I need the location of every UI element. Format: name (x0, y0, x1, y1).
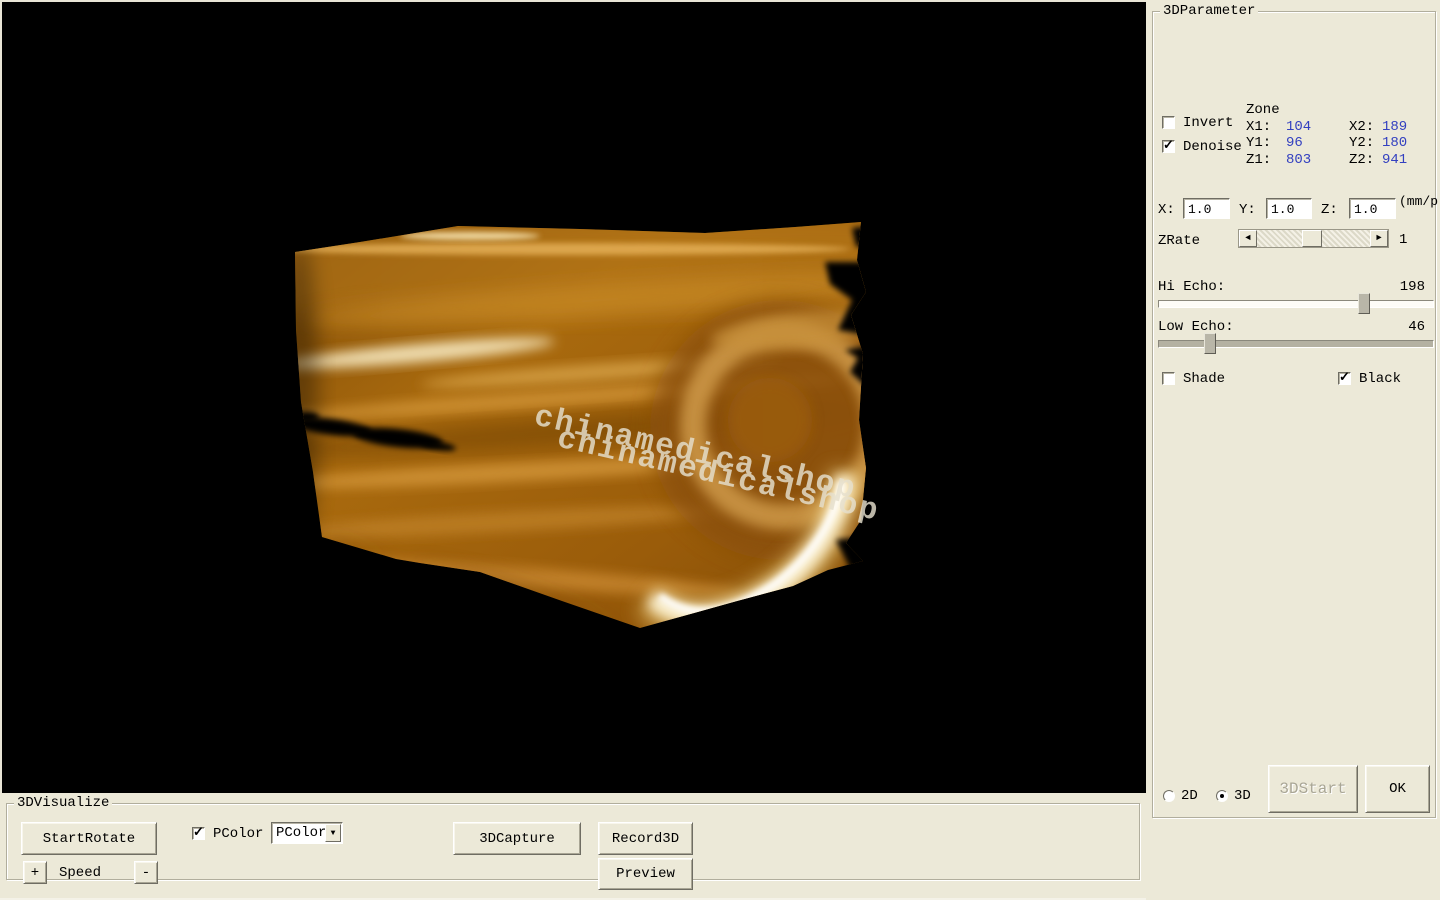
pcolor-dropdown-value: PColor (276, 825, 327, 841)
visualize-groupbox-title: 3DVisualize (14, 795, 113, 811)
zone-label: Zone (1246, 102, 1280, 118)
start-rotate-button[interactable]: StartRotate (21, 822, 157, 855)
low-echo-label: Low Echo: (1158, 319, 1234, 335)
visualize-groupbox: 3DVisualize StartRotate + Speed - ✓ PCol… (6, 795, 1140, 890)
pcolor-dropdown[interactable]: PColor ▼ (271, 822, 343, 844)
zrate-arrow-left-icon[interactable]: ◄ (1239, 230, 1257, 247)
zrate-label: ZRate (1158, 233, 1201, 249)
hi-echo-value: 198 (1399, 279, 1425, 295)
zone-y1-value: 96 (1286, 135, 1303, 151)
zrate-arrow-right-icon[interactable]: ► (1370, 230, 1388, 247)
low-echo-value: 46 (1408, 319, 1425, 335)
speed-plus-button[interactable]: + (23, 861, 47, 884)
start3d-button[interactable]: 3DStart (1268, 765, 1358, 813)
scale-y-input[interactable] (1266, 198, 1312, 219)
check-icon: ✓ (1163, 138, 1174, 153)
invert-label: Invert (1183, 115, 1234, 131)
zone-z1-label: Z1: (1246, 152, 1272, 168)
chevron-down-icon[interactable]: ▼ (325, 824, 341, 842)
parameter-groupbox-title: 3DParameter (1160, 3, 1259, 19)
zone-x1-value: 104 (1286, 119, 1312, 135)
shade-checkbox[interactable] (1162, 372, 1175, 385)
low-echo-thumb[interactable] (1204, 333, 1216, 354)
zrate-value: 1 (1399, 232, 1408, 248)
check-icon: ✓ (193, 825, 204, 840)
capture-button[interactable]: 3DCapture (453, 822, 581, 855)
mode-3d-radio[interactable] (1216, 790, 1228, 802)
scale-x-label: X: (1158, 202, 1175, 218)
zone-z1-value: 803 (1286, 152, 1312, 168)
preview-button[interactable]: Preview (598, 858, 693, 890)
invert-checkbox[interactable] (1162, 116, 1175, 129)
pcolor-checkbox[interactable]: ✓ (192, 825, 205, 840)
volume-render: chinamedicalshop chinamedicalshop (295, 222, 883, 628)
mode-2d-radio[interactable] (1163, 790, 1175, 802)
pcolor-checkbox-label: PColor (213, 826, 264, 842)
zone-x1-label: X1: (1246, 119, 1272, 135)
black-label: Black (1359, 371, 1402, 387)
denoise-label: Denoise (1183, 139, 1242, 155)
speed-label: Speed (59, 865, 102, 881)
mode-2d-label: 2D (1181, 788, 1198, 804)
black-checkbox[interactable]: ✓ (1338, 370, 1351, 385)
scale-x-input[interactable] (1183, 198, 1230, 219)
scale-unit-label: (mm/p) (1399, 194, 1440, 209)
visualize-panel: 3DVisualize StartRotate + Speed - ✓ PCol… (0, 793, 1146, 900)
zrate-thumb[interactable] (1302, 230, 1322, 247)
ok-button[interactable]: OK (1365, 765, 1430, 813)
zone-y2-label: Y2: (1349, 135, 1375, 151)
speed-minus-button[interactable]: - (134, 861, 158, 884)
parameter-panel: 3DParameter Invert ✓ Denoise Zone X1: 10… (1148, 0, 1440, 900)
zone-x2-label: X2: (1349, 119, 1375, 135)
zone-y2-value: 180 (1382, 135, 1408, 151)
low-echo-track[interactable] (1158, 340, 1434, 348)
zone-z2-value: 941 (1382, 152, 1408, 168)
zone-y1-label: Y1: (1246, 135, 1272, 151)
hi-echo-thumb[interactable] (1358, 293, 1370, 314)
zrate-scrollbar[interactable]: ◄ ► (1238, 229, 1389, 248)
record-button[interactable]: Record3D (598, 822, 693, 855)
zone-x2-value: 189 (1382, 119, 1408, 135)
shade-label: Shade (1183, 371, 1226, 387)
denoise-checkbox[interactable]: ✓ (1162, 138, 1175, 153)
hi-echo-label: Hi Echo: (1158, 279, 1226, 295)
scale-z-input[interactable] (1349, 198, 1396, 219)
scale-z-label: Z: (1321, 202, 1338, 218)
mode-3d-label: 3D (1234, 788, 1251, 804)
check-icon: ✓ (1339, 370, 1350, 385)
render-viewport[interactable]: chinamedicalshop chinamedicalshop (0, 0, 1146, 793)
zone-z2-label: Z2: (1349, 152, 1375, 168)
hi-echo-track[interactable] (1158, 300, 1434, 308)
scale-y-label: Y: (1239, 202, 1256, 218)
parameter-groupbox: 3DParameter Invert ✓ Denoise Zone X1: 10… (1152, 3, 1440, 818)
